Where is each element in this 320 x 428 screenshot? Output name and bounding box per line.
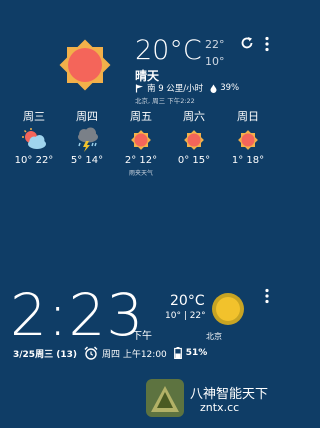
wind-flag-icon [135, 84, 143, 92]
low-temperature: 10° [205, 55, 225, 68]
thunderstorm-icon [78, 127, 98, 152]
battery-level: 51% [185, 348, 208, 358]
forecast-temps: 5° 14° [70, 155, 104, 166]
location-update-time: 北京, 周三 下午2:22 [135, 97, 195, 105]
forecast-day-name: 周日 [237, 110, 259, 123]
wind-humidity-row: 南 9 公里/小时 39% [135, 82, 239, 94]
forecast-day-name: 周三 [23, 110, 45, 123]
forecast-day[interactable]: 周六 0° 15° [169, 110, 219, 166]
partly-cloudy-icon [22, 128, 46, 149]
forecast-day[interactable]: 周五 2° 12° 雨夹天气 [116, 110, 166, 177]
forecast-note: 雨夹天气 [128, 170, 153, 177]
current-temperature: 20°C [135, 35, 202, 66]
watermark-text: 八神智能天下 [190, 387, 269, 402]
alarm-clock-icon [84, 346, 98, 360]
clock-hi-lo: 10° | 22° [165, 311, 206, 321]
sun-icon [59, 39, 111, 91]
forecast-temps: 10° 22° [14, 155, 54, 166]
sun-icon [184, 130, 204, 150]
clock-ampm: 下午 [132, 331, 152, 342]
more-options-icon[interactable] [264, 36, 270, 52]
more-options-icon[interactable] [264, 288, 270, 304]
wind-text: 南 9 公里/小时 [147, 84, 204, 94]
sun-icon[interactable] [211, 292, 245, 326]
high-temperature: 22° [205, 38, 225, 51]
sun-icon [131, 130, 151, 150]
humidity-text: 39% [220, 83, 240, 93]
date-alarm-row: 3/25周三 (13) 周四 上午12:00 51% [13, 346, 207, 360]
forecast-temps: 1° 18° [231, 155, 265, 166]
watermark-url: zntx.cc [200, 401, 240, 414]
clock-location: 北京 [206, 332, 222, 341]
refresh-icon[interactable] [240, 36, 254, 50]
humidity-drop-icon [210, 84, 217, 93]
forecast-day-name: 周六 [183, 110, 205, 123]
forecast-day[interactable]: 周四 5° 14° [62, 110, 112, 166]
forecast-day-name: 周五 [130, 110, 152, 123]
clock-time[interactable]: 2:23 [10, 283, 144, 347]
clock-date[interactable]: 3/25周三 (13) [13, 347, 77, 360]
sun-icon [238, 130, 258, 150]
forecast-day-name: 周四 [76, 110, 98, 123]
watermark-logo-icon [146, 379, 184, 417]
forecast-temps: 0° 15° [177, 155, 211, 166]
forecast-day[interactable]: 周三 10° 22° [9, 110, 59, 166]
forecast-day[interactable]: 周日 1° 18° [223, 110, 273, 166]
next-alarm[interactable]: 周四 上午12:00 [102, 347, 167, 360]
clock-temperature[interactable]: 20°C [170, 293, 205, 309]
forecast-temps: 2° 12° [124, 155, 158, 166]
battery-icon [173, 347, 182, 359]
